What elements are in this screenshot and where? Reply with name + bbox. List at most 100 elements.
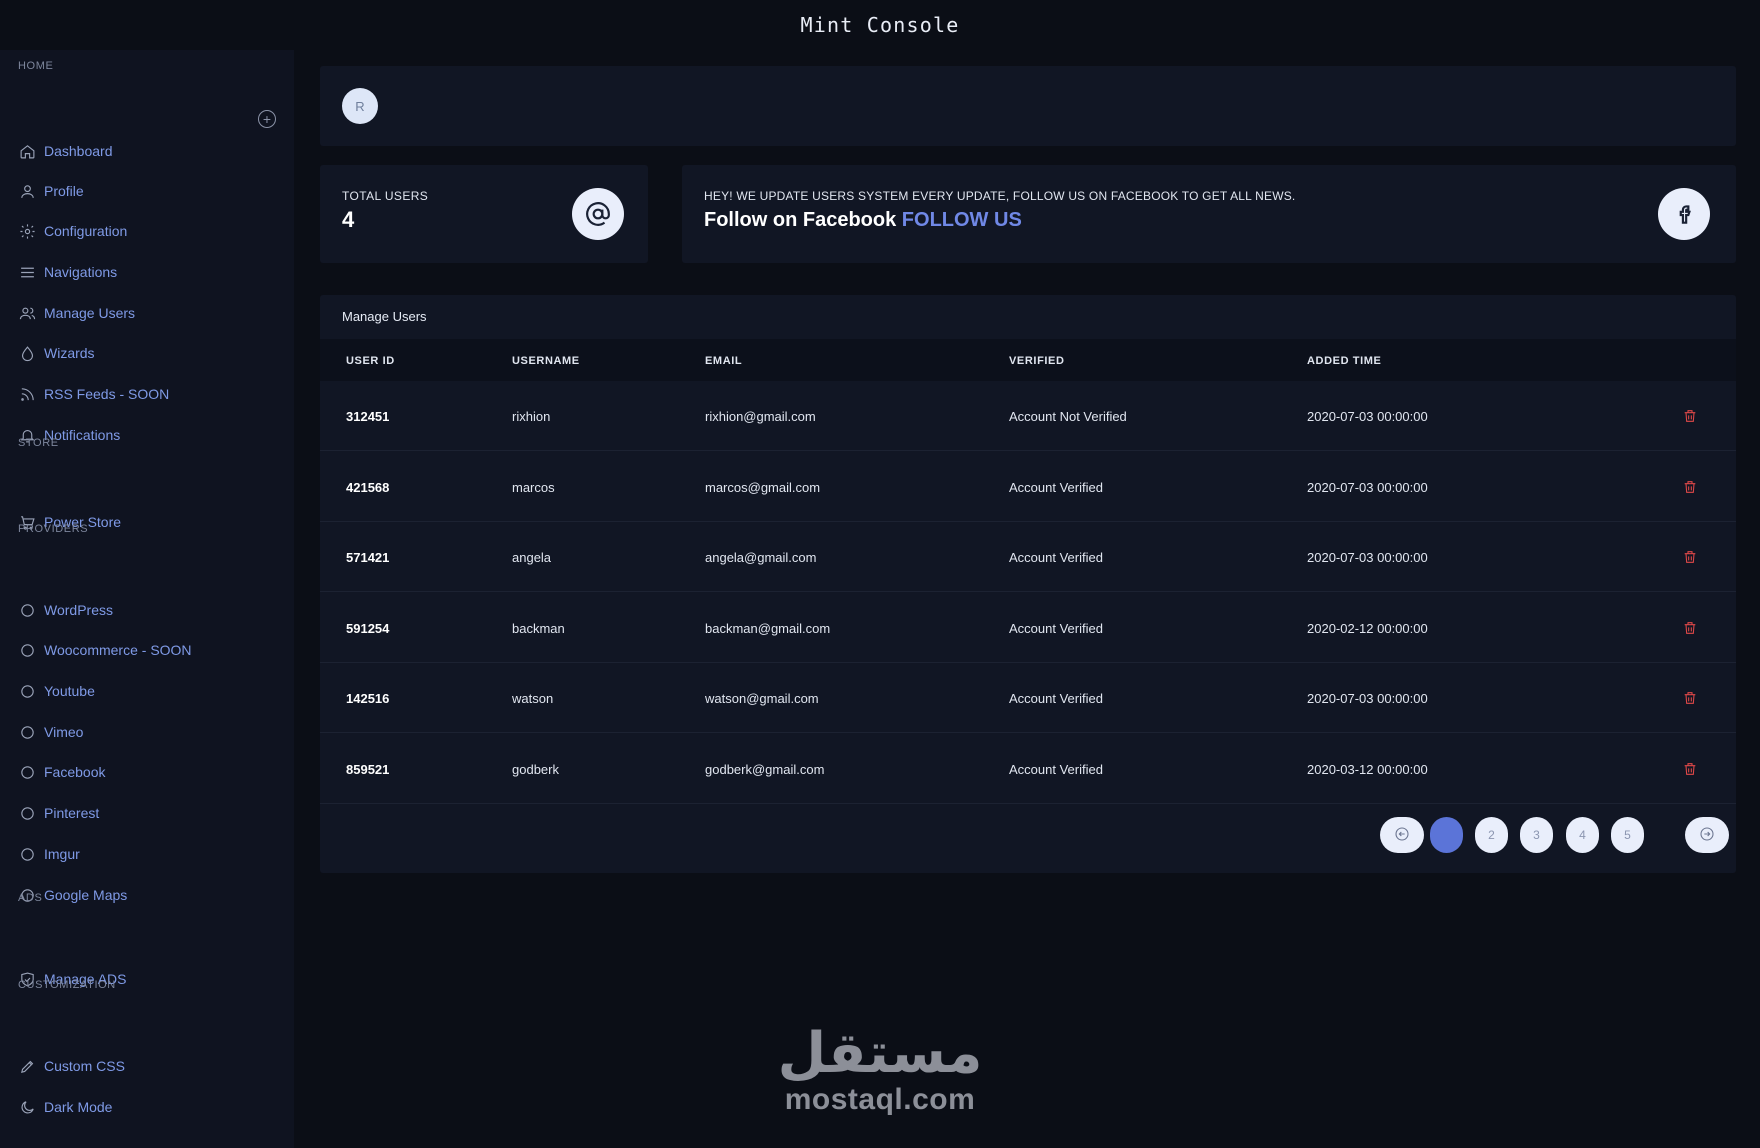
sidebar-item-label: Imgur: [44, 846, 80, 862]
sidebar-item-label: Woocommerce - SOON: [44, 642, 192, 658]
sidebar-item-custom-css[interactable]: Custom CSS: [18, 1053, 268, 1079]
menu-icon: [18, 263, 36, 281]
sidebar-item-vimeo[interactable]: Vimeo: [18, 719, 268, 745]
sidebar-item-pinterest[interactable]: Pinterest: [18, 800, 268, 826]
email-cell: watson@gmail.com: [705, 691, 819, 706]
delete-user-button[interactable]: [1682, 619, 1700, 637]
sidebar-item-label: Dark Mode: [44, 1099, 113, 1115]
sidebar-item-wordpress[interactable]: WordPress: [18, 597, 268, 623]
page-button-3[interactable]: 3: [1520, 817, 1553, 853]
email-cell: godberk@gmail.com: [705, 761, 825, 777]
column-header-username: USERNAME: [512, 355, 580, 367]
sidebar-item-dashboard[interactable]: Dashboard: [18, 138, 268, 164]
delete-user-button[interactable]: [1682, 478, 1700, 496]
watermark-latin: mostaql.com: [784, 1083, 976, 1116]
circle-icon: [18, 601, 36, 619]
users-icon: [18, 304, 36, 322]
add-icon[interactable]: +: [258, 110, 276, 128]
manage-users-card: Manage Users USER ID USERNAME EMAIL VERIFIE…: [320, 295, 1736, 873]
delete-user-button[interactable]: [1682, 548, 1700, 566]
trash-icon: [1682, 410, 1698, 429]
next-page-button[interactable]: [1685, 817, 1729, 853]
sidebar-item-woocommerce-soon[interactable]: Woocommerce - SOON: [18, 637, 268, 663]
sidebar-item-manage-users[interactable]: Manage Users: [18, 300, 268, 326]
table-row: 142516 watson watson@gmail.com Account Veri…: [320, 663, 1736, 733]
sidebar-item-label: RSS Feeds - SOON: [44, 386, 170, 402]
username-cell: backman: [512, 620, 565, 636]
follow-us-link[interactable]: FOLLOW US: [902, 209, 1022, 231]
username-cell: godberk: [512, 761, 559, 777]
trash-icon: [1682, 762, 1698, 782]
sidebar-item-imgur[interactable]: Imgur: [18, 841, 268, 867]
added-time-cell: 2020-07-03 00:00:00: [1307, 691, 1428, 706]
promo-text: Follow on Facebook: [704, 209, 897, 231]
sidebar-item-profile[interactable]: Profile: [18, 178, 268, 204]
added-time-cell: 2020-07-03 00:00:00: [1307, 409, 1428, 424]
user-id-cell: 591254: [346, 620, 390, 636]
window-title: Mint Console: [800, 13, 960, 37]
page-button-1[interactable]: [1430, 817, 1463, 853]
user-id-cell: 312451: [346, 409, 390, 424]
column-header-added-time: ADDED TIME: [1307, 355, 1382, 367]
verified-cell: Account Verified: [1009, 691, 1103, 706]
verified-cell: Account Verified: [1009, 479, 1103, 495]
drop-icon: [18, 344, 36, 362]
trash-icon: [1682, 621, 1698, 641]
verified-cell: Account Verified: [1009, 550, 1103, 565]
arrow-left-icon: [1394, 826, 1410, 845]
sidebar-item-configuration[interactable]: Configuration: [18, 218, 268, 244]
gear-icon: [18, 222, 36, 240]
pen-icon: [18, 1057, 36, 1075]
facebook-icon[interactable]: [1658, 188, 1710, 240]
prev-page-button[interactable]: [1380, 817, 1424, 853]
sidebar-item-label: Facebook: [44, 764, 106, 780]
email-cell: backman@gmail.com: [705, 620, 831, 636]
table-header: USER ID USERNAME EMAIL VERIFIED ADDED TIME: [320, 339, 1736, 381]
email-cell: angela@gmail.com: [705, 550, 817, 565]
trash-icon: [1682, 551, 1698, 570]
circle-icon: [18, 723, 36, 741]
verified-cell: Account Verified: [1009, 761, 1103, 777]
column-header-email: EMAIL: [705, 355, 743, 367]
delete-user-button[interactable]: [1682, 407, 1700, 425]
arrow-right-icon: [1699, 826, 1715, 845]
section-heading-ads: ADS: [18, 892, 43, 904]
watermark-arabic: مستقل: [777, 1021, 983, 1084]
user-id-cell: 571421: [346, 550, 390, 565]
sidebar-item-label: Youtube: [44, 683, 95, 699]
sidebar-item-label: Pinterest: [44, 805, 100, 821]
delete-user-button[interactable]: [1682, 689, 1700, 707]
sidebar-item-rss-feeds-soon[interactable]: RSS Feeds - SOON: [18, 381, 268, 407]
added-time-cell: 2020-07-03 00:00:00: [1307, 479, 1428, 495]
page-button-5[interactable]: 5: [1611, 817, 1644, 853]
username-cell: angela: [512, 550, 552, 565]
section-heading-home: HOME: [18, 60, 54, 72]
delete-user-button[interactable]: [1682, 760, 1700, 778]
user-id-cell: 421568: [346, 479, 390, 495]
username-cell: rixhion: [512, 409, 551, 424]
email-cell: marcos@gmail.com: [705, 479, 821, 495]
facebook-promo-card: HEY! WE UPDATE USERS SYSTEM EVERY UPDATE…: [682, 165, 1736, 263]
sidebar-item-navigations[interactable]: Navigations: [18, 259, 268, 285]
sidebar-item-google-maps[interactable]: Google Maps: [18, 882, 268, 908]
sidebar-item-label: WordPress: [44, 602, 113, 618]
total-users-card: TOTAL USERS 4: [320, 165, 648, 263]
sidebar-item-facebook[interactable]: Facebook: [18, 759, 268, 785]
table-row: 312451 rixhion rixhion@gmail.com Account No…: [320, 381, 1736, 451]
sidebar-item-wizards[interactable]: Wizards: [18, 340, 268, 366]
section-heading-customization: CUSTOMIZATION: [18, 979, 116, 991]
user-id-cell: 859521: [346, 761, 390, 777]
header-card: R: [320, 66, 1736, 146]
page-button-4[interactable]: 4: [1566, 817, 1599, 853]
sidebar-item-dark-mode[interactable]: Dark Mode: [18, 1094, 268, 1120]
page-button-2[interactable]: 2: [1475, 817, 1508, 853]
circle-icon: [18, 682, 36, 700]
avatar[interactable]: R: [342, 88, 378, 124]
column-header-user-id: USER ID: [346, 355, 395, 367]
watermark: مستقل mostaql.com: [770, 1025, 990, 1117]
username-cell: watson: [512, 691, 554, 706]
sidebar-item-youtube[interactable]: Youtube: [18, 678, 268, 704]
total-users-value: 4: [342, 207, 355, 232]
sidebar-item-label: Vimeo: [44, 724, 84, 740]
sidebar-item-label: Dashboard: [44, 143, 113, 159]
